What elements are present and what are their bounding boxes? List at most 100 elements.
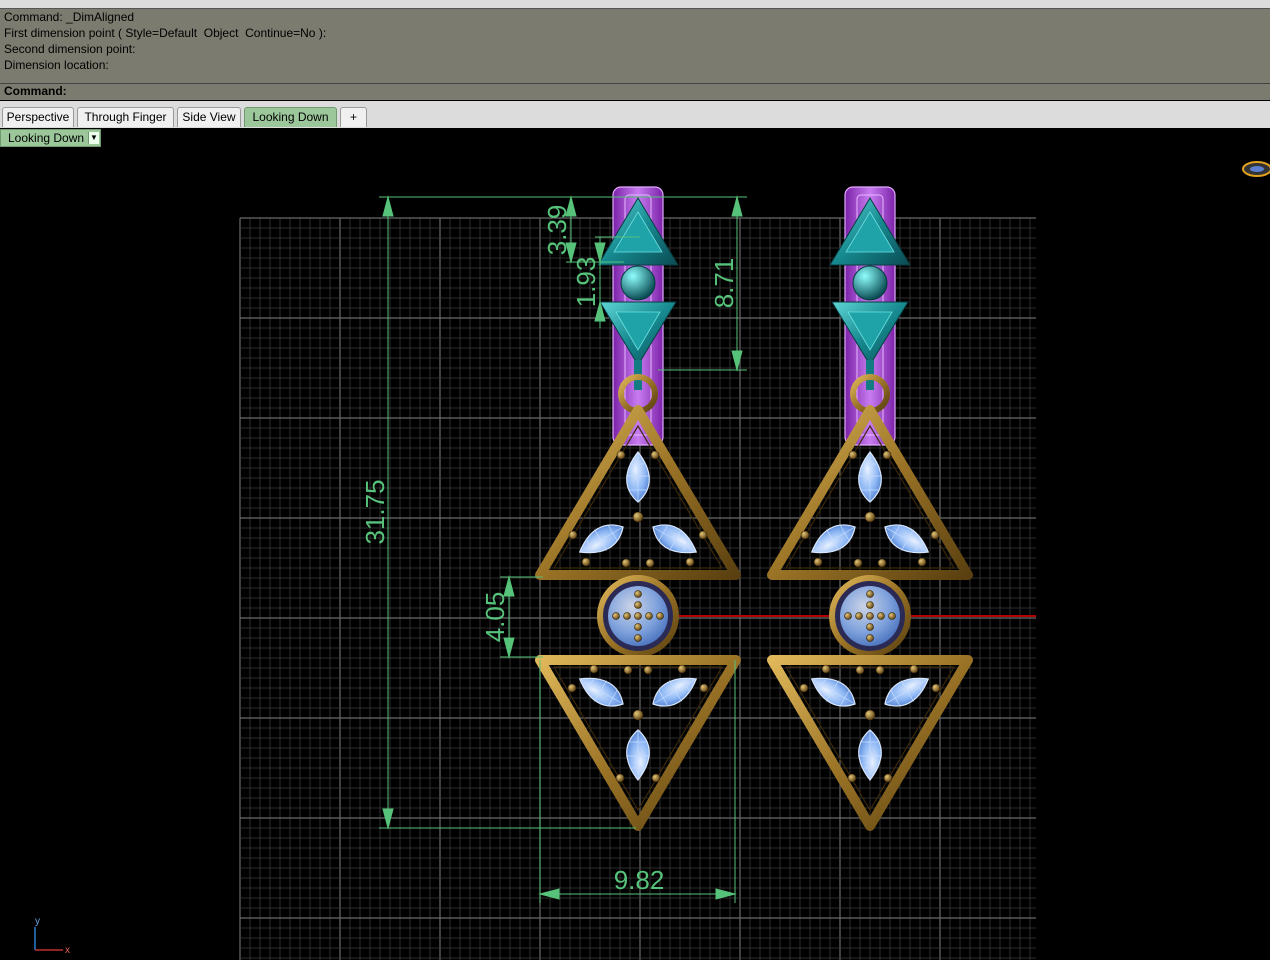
gem-stone: [884, 524, 930, 554]
axis-y-label: y: [35, 916, 40, 927]
prong-bead: [864, 511, 876, 523]
dimension-label: 9.82: [614, 865, 665, 895]
gem-stone: [810, 524, 856, 554]
tab-through-finger[interactable]: Through Finger: [77, 107, 174, 127]
prong-bead: [643, 665, 653, 675]
dimension-label: 4.05: [480, 592, 510, 643]
prong-bead: [645, 612, 653, 620]
prong-bead: [699, 683, 709, 693]
gem-stone: [652, 524, 698, 554]
prong-bead: [866, 623, 874, 631]
prong-bead: [698, 530, 708, 540]
prong-bead: [567, 683, 577, 693]
gem-facets: [579, 678, 624, 706]
gem-facets: [579, 525, 624, 553]
prong-bead: [909, 664, 919, 674]
layout-toggle-icon[interactable]: [1242, 161, 1270, 177]
prong-bead: [888, 612, 896, 620]
prong-bead: [632, 511, 644, 523]
prong-bead: [616, 450, 626, 460]
add-tab-button[interactable]: +: [340, 107, 367, 127]
dimension-label: 3.39: [542, 205, 572, 256]
window-top-strip: [0, 0, 1270, 8]
prong-bead: [882, 450, 892, 460]
prong-bead: [615, 773, 625, 783]
prong-bead: [813, 557, 823, 567]
history-line: Second dimension point:: [4, 42, 136, 56]
prong-bead: [589, 664, 599, 674]
prong-bead: [821, 664, 831, 674]
prong-bead: [581, 557, 591, 567]
prong-bead: [866, 634, 874, 642]
gem-facets: [811, 678, 856, 706]
teal-ball: [620, 265, 656, 301]
history-line: Command: _DimAligned: [4, 10, 135, 24]
earring-left[interactable]: [535, 186, 741, 831]
gem-facets: [884, 678, 929, 706]
prong-bead: [855, 612, 863, 620]
tab-looking-down[interactable]: Looking Down: [244, 107, 337, 127]
teal-ball: [852, 265, 888, 301]
gem-facets: [884, 525, 929, 553]
history-line: First dimension point ( Style=Default Ob…: [4, 26, 327, 40]
prong-bead: [612, 612, 620, 620]
prong-bead: [800, 530, 810, 540]
prong-bead: [650, 450, 660, 460]
gem-stone: [652, 677, 698, 707]
prong-bead: [634, 612, 642, 620]
prong-bead: [931, 683, 941, 693]
gem-stone: [810, 677, 856, 707]
prong-bead: [864, 709, 876, 721]
gem-stone: [578, 524, 624, 554]
axis-x-label: x: [65, 945, 70, 956]
viewport-title-menu[interactable]: Looking Down ▼: [0, 129, 101, 147]
axis-widget: y x: [34, 916, 70, 956]
dimension-label: 31.75: [360, 479, 390, 544]
prong-bead: [634, 634, 642, 642]
prong-bead: [634, 601, 642, 609]
viewport-title: Looking Down: [8, 131, 85, 145]
prong-bead: [883, 773, 893, 783]
prong-bead: [568, 530, 578, 540]
prong-bead: [844, 612, 852, 620]
prong-bead: [799, 683, 809, 693]
prong-bead: [634, 623, 642, 631]
prong-bead: [866, 612, 874, 620]
prong-bead: [875, 665, 885, 675]
viewport-canvas[interactable]: 3.39 1.93 8.71 31.75 4.05 9.82 y x: [0, 147, 1270, 960]
prong-bead: [623, 612, 631, 620]
prong-bead: [877, 612, 885, 620]
prong-bead: [645, 558, 655, 568]
dimension-label: 8.71: [709, 258, 739, 309]
gem-stone: [858, 451, 882, 503]
prong-bead: [677, 664, 687, 674]
plus-icon: +: [349, 110, 357, 124]
gem-facets: [811, 525, 856, 553]
prong-bead: [866, 601, 874, 609]
prong-bead: [917, 557, 927, 567]
gem-facets: [652, 678, 697, 706]
command-line[interactable]: Command:: [0, 83, 1270, 100]
dimension-label: 1.93: [571, 257, 601, 308]
prong-bead: [847, 773, 857, 783]
tab-perspective[interactable]: Perspective: [2, 107, 74, 127]
viewport-tab-bar: Perspective Through Finger Side View Loo…: [0, 101, 1270, 128]
gem-stone: [858, 729, 882, 781]
gem-stone: [884, 677, 930, 707]
prong-bead: [930, 530, 940, 540]
gem-stone: [578, 677, 624, 707]
prong-bead: [632, 709, 644, 721]
chevron-down-icon[interactable]: ▼: [88, 132, 99, 144]
command-prompt-label: Command:: [4, 84, 67, 98]
tab-side-view[interactable]: Side View: [177, 107, 241, 127]
prong-bead: [623, 665, 633, 675]
prong-bead: [656, 612, 664, 620]
prong-bead: [853, 558, 863, 568]
prong-bead: [651, 773, 661, 783]
gem-facets: [652, 525, 697, 553]
prong-bead: [621, 558, 631, 568]
prong-bead: [866, 590, 874, 598]
command-history-panel: Command: _DimAligned First dimension poi…: [0, 8, 1270, 83]
prong-bead: [855, 665, 865, 675]
prong-bead: [634, 590, 642, 598]
